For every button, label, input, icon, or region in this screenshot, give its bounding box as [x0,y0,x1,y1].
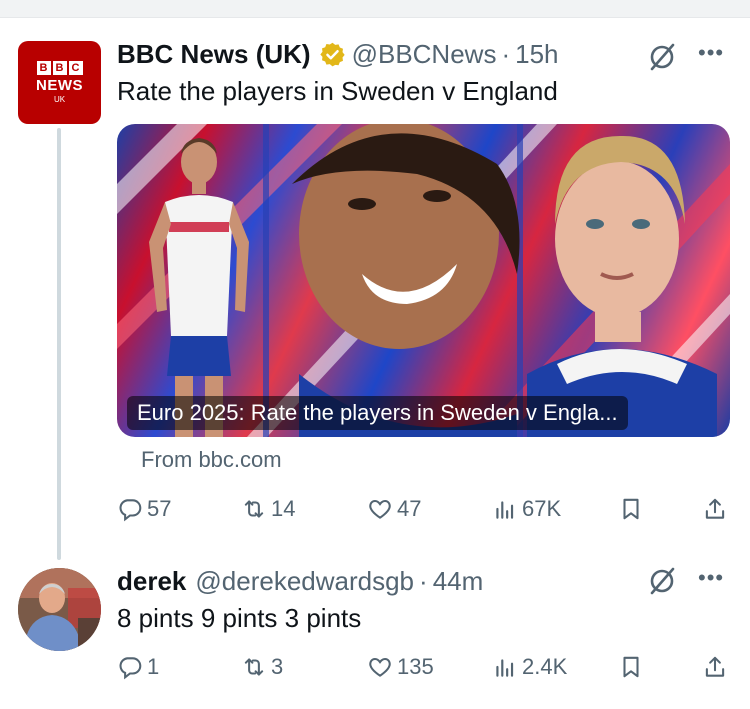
views-count: 67K [522,496,562,521]
like-count: 47 [397,496,422,521]
tweet-text: Rate the players in Sweden v England [117,76,558,106]
card-source[interactable]: From bbc.com [141,447,282,473]
top-strip [0,0,750,18]
separator-dot: · [501,38,511,69]
reply-button[interactable]: 1 [117,652,159,682]
players-collage [117,124,730,437]
player-three-face [527,135,717,437]
bbc-logo-region: UK [53,95,66,104]
bbc-block: B [52,61,67,75]
timestamp[interactable]: 44m [433,566,484,597]
share-button[interactable] [702,652,732,682]
like-button[interactable]: 47 [367,494,421,524]
bookmark-icon [623,656,639,678]
bbc-logo-blocks: B B C [36,61,83,75]
author-name[interactable]: derek [117,566,186,597]
grok-icon[interactable] [647,42,677,72]
repost-count: 3 [271,654,284,679]
author-name[interactable]: BBC News (UK) [117,39,311,70]
tweet2-action-bar: 1 3 135 2.4K [117,652,732,682]
derek-avatar[interactable] [18,568,101,651]
like-count: 135 [397,654,434,679]
link-card-image[interactable]: Euro 2025: Rate the players in Sweden v … [117,124,730,437]
share-icon [705,656,725,677]
tweet1-action-bar: 57 14 47 67K [117,494,732,524]
repost-icon [244,500,264,518]
reply-count: 57 [147,496,172,521]
more-icon[interactable]: ••• [698,42,724,64]
repost-icon [244,658,264,676]
timestamp[interactable]: 15h [515,39,558,70]
reply-icon [119,657,142,680]
repost-count: 14 [271,496,296,521]
reply-icon [119,499,142,522]
share-icon [705,498,725,519]
views-icon [496,659,514,677]
derek-photo [18,568,101,651]
thread-connector-line [57,128,61,560]
card-caption: Euro 2025: Rate the players in Sweden v … [127,396,628,430]
bookmark-icon [623,498,639,520]
repost-button[interactable]: 14 [241,494,295,524]
repost-button[interactable]: 3 [241,652,283,682]
separator-dot: · [419,565,428,596]
reply-count: 1 [147,654,160,679]
player-one-figure [149,138,249,437]
tweet-header: derek @derekedwardsgb · 44m [117,565,483,597]
views-count: 2.4K [522,654,568,679]
bbc-block: C [68,61,83,75]
player-two-face [292,124,520,437]
author-handle[interactable]: @BBCNews [352,39,497,70]
verified-badge-icon [319,42,345,66]
bbc-logo-news-word: NEWS [36,77,83,94]
bookmark-button[interactable] [618,652,648,682]
bbc-block: B [36,61,51,75]
views-button[interactable]: 67K [492,494,561,524]
reply-button[interactable]: 57 [117,494,171,524]
more-icon[interactable]: ••• [698,567,724,589]
share-button[interactable] [702,494,732,524]
author-handle[interactable]: @derekedwardsgb [195,566,414,597]
like-icon [369,657,391,677]
tweet-text: 8 pints 9 pints 3 pints [117,603,362,633]
bookmark-button[interactable] [618,494,648,524]
tweet-header: BBC News (UK) @BBCNews · 15h [117,38,559,70]
views-icon [496,501,514,519]
bbc-news-avatar[interactable]: B B C NEWS UK [18,41,101,124]
like-button[interactable]: 135 [367,652,434,682]
views-button[interactable]: 2.4K [492,652,567,682]
like-icon [369,499,391,519]
grok-icon[interactable] [647,566,677,596]
